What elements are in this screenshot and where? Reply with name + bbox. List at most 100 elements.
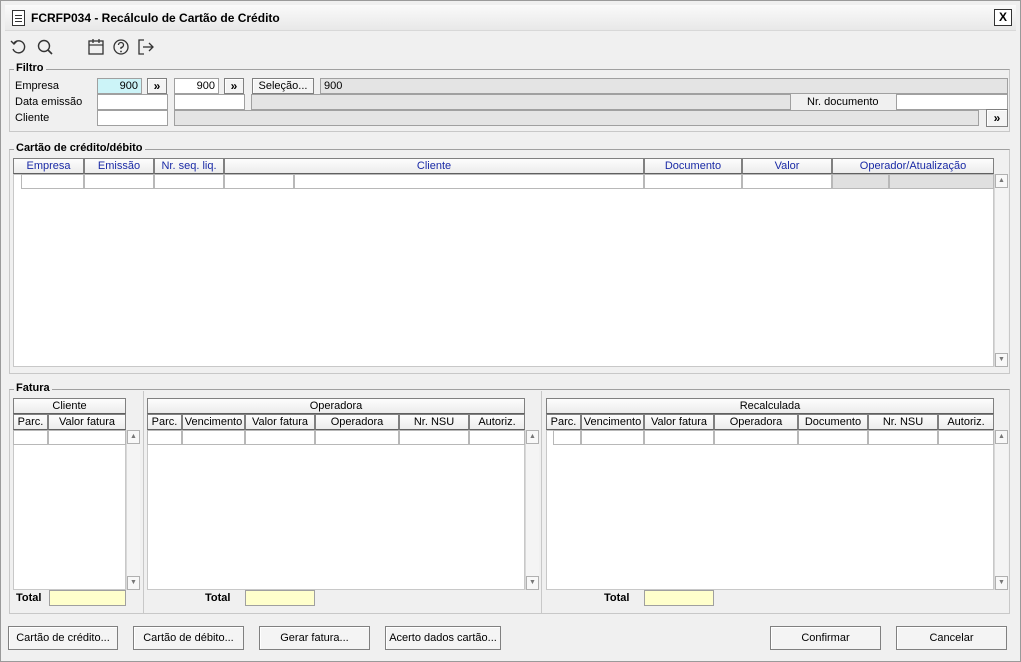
fatura-operadora-cell[interactable] — [399, 430, 469, 445]
fatura-operadora-cell[interactable] — [245, 430, 315, 445]
cartao-title: Cartão de crédito/débito — [14, 142, 145, 154]
cliente-total-label: Total — [16, 592, 42, 604]
recalculada-col-nr-nsu[interactable]: Nr. NSU — [868, 414, 938, 430]
operadora-col-operadora[interactable]: Operadora — [315, 414, 399, 430]
fatura-recalculada-cell[interactable] — [798, 430, 868, 445]
fatura-operadora-cell[interactable] — [182, 430, 245, 445]
scroll-up-icon[interactable]: ▲ — [995, 174, 1008, 188]
scroll-down-icon[interactable]: ▼ — [526, 576, 539, 590]
recalculada-col-parc[interactable]: Parc. — [546, 414, 581, 430]
cancelar-button[interactable]: Cancelar — [896, 626, 1007, 650]
recalculada-total-field — [644, 590, 714, 606]
cartao-credito-button[interactable]: Cartão de crédito... — [8, 626, 118, 650]
cartao-col-empresa[interactable]: Empresa — [13, 158, 84, 174]
operadora-col-vencimento[interactable]: Vencimento — [182, 414, 245, 430]
recalculada-col-autoriz[interactable]: Autoriz. — [938, 414, 994, 430]
cliente-col-parc[interactable]: Parc. — [13, 414, 48, 430]
search-icon[interactable] — [35, 37, 55, 57]
fatura-recalculada-cell[interactable] — [581, 430, 644, 445]
scroll-down-icon[interactable]: ▼ — [127, 576, 140, 590]
operadora-col-valor-fatura[interactable]: Valor fatura — [245, 414, 315, 430]
empresa-from-expand-button[interactable]: » — [147, 78, 167, 94]
empresa-label: Empresa — [15, 80, 60, 92]
fatura-cliente-header: Cliente — [13, 398, 126, 414]
fatura-recalculada-cell[interactable] — [644, 430, 714, 445]
fatura-operadora-grid[interactable] — [147, 430, 525, 590]
cartao-cell[interactable] — [154, 174, 224, 189]
close-button[interactable]: X — [994, 9, 1012, 26]
fatura-cliente-scrollbar[interactable]: ▲ ▼ — [126, 430, 140, 590]
fatura-recalculada-cell[interactable] — [868, 430, 938, 445]
fatura-operadora-cell[interactable] — [147, 430, 182, 445]
cartao-col-valor[interactable]: Valor — [742, 158, 832, 174]
nr-documento-input[interactable] — [896, 94, 1008, 110]
cartao-grid[interactable] — [13, 174, 994, 367]
scroll-up-icon[interactable]: ▲ — [127, 430, 140, 444]
cartao-col-operador[interactable]: Operador/Atualização — [832, 158, 994, 174]
cartao-cell[interactable] — [294, 174, 644, 189]
fatura-recalculada-cell[interactable] — [938, 430, 994, 445]
gerar-fatura-button[interactable]: Gerar fatura... — [259, 626, 370, 650]
cartao-cell[interactable] — [832, 174, 889, 189]
document-icon — [12, 10, 25, 26]
data-emissao-from-input[interactable] — [97, 94, 168, 110]
fatura-operadora-cell[interactable] — [315, 430, 399, 445]
operadora-col-autoriz[interactable]: Autoriz. — [469, 414, 525, 430]
fatura-operadora-scrollbar[interactable]: ▲ ▼ — [525, 430, 539, 590]
fatura-recalculada-cell[interactable] — [553, 430, 581, 445]
cartao-col-cliente[interactable]: Cliente — [224, 158, 644, 174]
cliente-col-valor-fatura[interactable]: Valor fatura — [48, 414, 126, 430]
empresa-to-input[interactable] — [174, 78, 219, 94]
acerto-dados-cartao-button[interactable]: Acerto dados cartão... — [385, 626, 501, 650]
scroll-up-icon[interactable]: ▲ — [526, 430, 539, 444]
fatura-cliente-cell[interactable] — [48, 430, 126, 445]
recalculada-col-documento[interactable]: Documento — [798, 414, 868, 430]
operadora-col-nr-nsu[interactable]: Nr. NSU — [399, 414, 469, 430]
cartao-cell[interactable] — [644, 174, 742, 189]
fatura-recalculada-cell[interactable] — [714, 430, 798, 445]
selecao-button[interactable]: Seleção... — [252, 78, 314, 94]
cartao-col-documento[interactable]: Documento — [644, 158, 742, 174]
recalculada-col-operadora[interactable]: Operadora — [714, 414, 798, 430]
cliente-code-input[interactable] — [97, 110, 168, 126]
data-emissao-spacer — [251, 94, 791, 110]
fatura-divider — [143, 391, 144, 613]
empresa-to-expand-button[interactable]: » — [224, 78, 244, 94]
operadora-total-field — [245, 590, 315, 606]
calendar-icon[interactable] — [86, 37, 106, 57]
scroll-up-icon[interactable]: ▲ — [995, 430, 1008, 444]
cartao-cell[interactable] — [224, 174, 294, 189]
app-window: FCRFP034 - Recálculo de Cartão de Crédit… — [0, 0, 1021, 662]
cartao-cell[interactable] — [21, 174, 84, 189]
operadora-col-parc[interactable]: Parc. — [147, 414, 182, 430]
cartao-cell[interactable] — [889, 174, 994, 189]
cartao-debito-button[interactable]: Cartão de débito... — [133, 626, 244, 650]
fatura-recalculada-grid[interactable] — [546, 430, 994, 590]
fatura-title: Fatura — [14, 382, 52, 394]
data-emissao-to-input[interactable] — [174, 94, 245, 110]
empresa-from-input[interactable] — [97, 78, 142, 94]
help-icon[interactable] — [111, 37, 131, 57]
exit-icon[interactable] — [136, 37, 156, 57]
scroll-down-icon[interactable]: ▼ — [995, 576, 1008, 590]
cartao-cell[interactable] — [742, 174, 832, 189]
cartao-cell[interactable] — [84, 174, 154, 189]
fatura-cliente-grid[interactable] — [13, 430, 126, 590]
scroll-down-icon[interactable]: ▼ — [995, 353, 1008, 367]
undo-icon[interactable] — [9, 37, 29, 57]
recalculada-col-vencimento[interactable]: Vencimento — [581, 414, 644, 430]
fatura-cliente-cell[interactable] — [13, 430, 48, 445]
operadora-total-label: Total — [205, 592, 231, 604]
cartao-col-nr-seq[interactable]: Nr. seq. liq. — [154, 158, 224, 174]
confirmar-button[interactable]: Confirmar — [770, 626, 881, 650]
fatura-operadora-header: Operadora — [147, 398, 525, 414]
recalculada-col-valor-fatura[interactable]: Valor fatura — [644, 414, 714, 430]
cliente-expand-button[interactable]: » — [986, 109, 1008, 127]
fatura-operadora-cell[interactable] — [469, 430, 525, 445]
recalculada-total-label: Total — [604, 592, 630, 604]
fatura-recalculada-scrollbar[interactable]: ▲ ▼ — [994, 430, 1008, 590]
cartao-col-emissao[interactable]: Emissão — [84, 158, 154, 174]
nr-documento-label: Nr. documento — [807, 96, 879, 108]
cartao-scrollbar[interactable]: ▲ ▼ — [994, 174, 1008, 367]
fatura-recalculada-header: Recalculada — [546, 398, 994, 414]
